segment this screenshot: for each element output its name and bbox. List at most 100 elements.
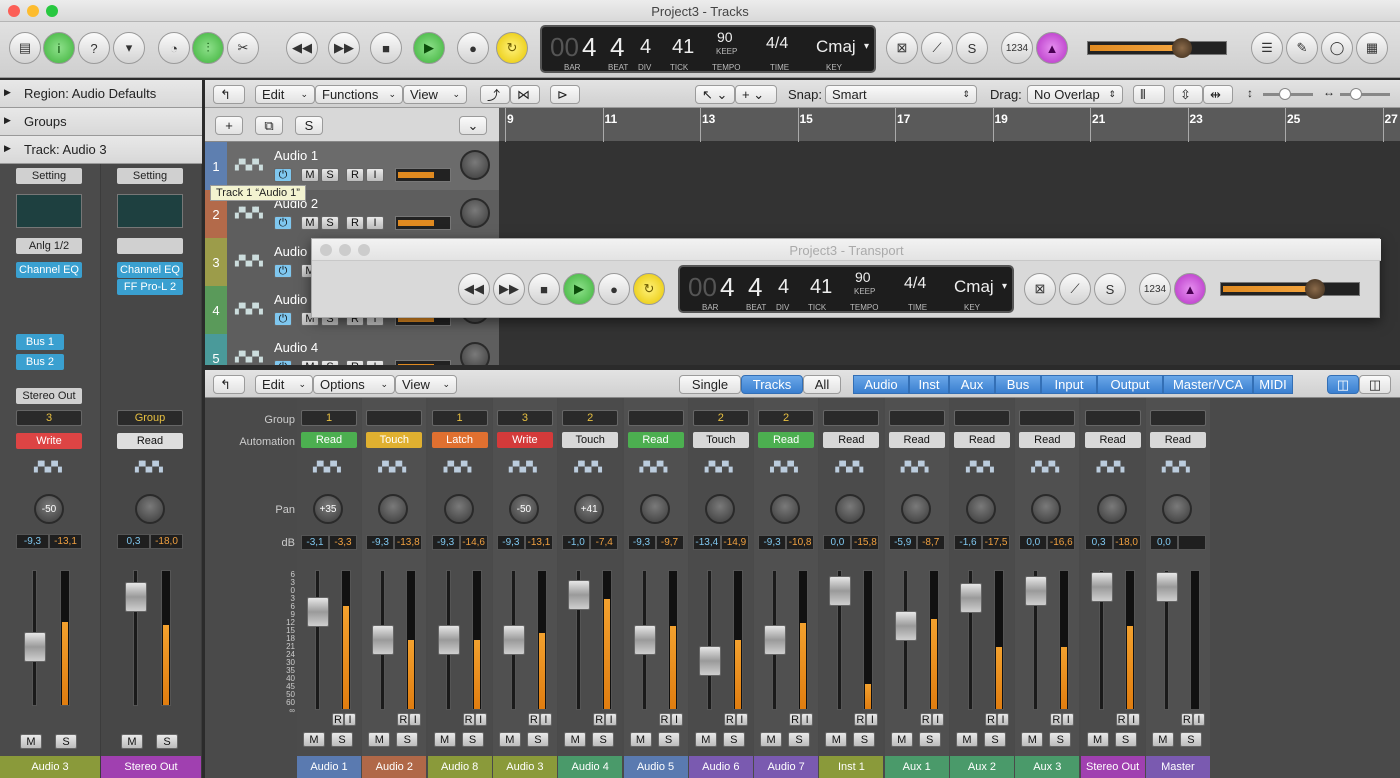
mute-button[interactable]: M	[1151, 732, 1174, 747]
lcd-menu-chevron-icon[interactable]: ▾	[864, 41, 869, 52]
functions-menu[interactable]: Functions ⌄	[315, 85, 403, 104]
master-volume-slider[interactable]	[1087, 38, 1227, 58]
plugin-slot[interactable]: Channel EQ	[16, 262, 82, 278]
input-button[interactable]: I	[997, 713, 1009, 726]
mute-button[interactable]: M	[301, 168, 319, 182]
input-button[interactable]: I	[474, 713, 487, 726]
solo-button[interactable]: S	[788, 732, 811, 747]
automation-mode[interactable]: Read	[758, 432, 815, 448]
volume-fader[interactable]	[1090, 571, 1113, 602]
note-pad-icon[interactable]: ✎	[1286, 32, 1318, 64]
input-button[interactable]: I	[866, 713, 879, 726]
transport-play-icon[interactable]: ▶	[563, 273, 595, 305]
input-button[interactable]: I	[539, 713, 552, 726]
volume-fader[interactable]	[502, 625, 525, 655]
group-slot[interactable]: 2	[692, 410, 749, 426]
add-track-icon[interactable]: +	[215, 116, 243, 135]
solo-button[interactable]: S	[461, 732, 484, 747]
record-button[interactable]: R	[854, 713, 867, 726]
channel-name[interactable]: Audio 8	[427, 756, 492, 778]
volume-fader[interactable]	[125, 582, 147, 612]
automation-mode[interactable]: Touch	[562, 432, 619, 448]
pan-knob[interactable]: +35	[313, 494, 343, 524]
input-button[interactable]: I	[605, 713, 618, 726]
group-slot[interactable]	[1149, 410, 1206, 426]
transport-cycle-icon[interactable]: ↻	[633, 273, 665, 305]
record-button[interactable]: R	[332, 713, 344, 726]
cycle-icon[interactable]: ↻	[496, 32, 528, 64]
automation-mode[interactable]: Read	[301, 432, 357, 448]
solo-button[interactable]: S	[592, 732, 615, 747]
input-button[interactable]: I	[931, 713, 944, 726]
group-slot[interactable]: 3	[16, 410, 82, 426]
solo-button[interactable]: S	[396, 732, 419, 747]
eq-thumbnail[interactable]	[16, 194, 82, 228]
input-slot[interactable]: Anlg 1/2	[16, 238, 82, 254]
back-icon[interactable]: ↰	[213, 85, 245, 104]
record-button[interactable]: R	[658, 713, 671, 726]
pan-knob[interactable]: -50	[34, 494, 64, 524]
solo-button[interactable]: S	[918, 732, 941, 747]
transport-volume-slider[interactable]	[1220, 279, 1360, 299]
input-button[interactable]: I	[735, 713, 748, 726]
channel-name[interactable]: Audio 1	[297, 756, 361, 778]
group-slot[interactable]: 2	[562, 410, 619, 426]
power-icon[interactable]: ⏻	[274, 168, 292, 182]
volume-fader[interactable]	[633, 625, 656, 655]
record-enable-button[interactable]: R	[346, 216, 364, 230]
count-in-button[interactable]: 1234	[1001, 32, 1033, 64]
duplicate-track-icon[interactable]: ⧉	[255, 116, 283, 135]
channel-name[interactable]: Audio 5	[623, 756, 688, 778]
automation-mode[interactable]: Read	[823, 432, 880, 448]
pointer-tool[interactable]: ↖ ⌄	[695, 85, 735, 104]
track-volume-slider[interactable]	[395, 360, 451, 365]
channel-name[interactable]: Audio 6	[688, 756, 753, 778]
flex-icon[interactable]: ⋈	[510, 85, 540, 104]
setting-button[interactable]: Setting	[16, 168, 82, 184]
edit-menu[interactable]: Edit ⌄	[255, 85, 315, 104]
transport-stop-icon[interactable]: ■	[528, 273, 560, 305]
pan-knob[interactable]	[1161, 494, 1192, 524]
fast-forward-icon[interactable]: ▶▶	[328, 32, 360, 64]
mute-button[interactable]: M	[1021, 732, 1044, 747]
automation-mode[interactable]: Read	[954, 432, 1010, 448]
record-enable-button[interactable]: R	[346, 360, 364, 365]
input-button[interactable]: I	[1127, 713, 1140, 726]
mixer-icon[interactable]: ⫶	[192, 32, 224, 64]
channel-name[interactable]: Master	[1145, 756, 1210, 778]
pan-knob[interactable]	[135, 494, 165, 524]
track-volume-slider[interactable]	[395, 168, 451, 182]
transport-window[interactable]: Project3 - Transport ◀◀ ▶▶ ■ ▶ ● ↻ 00 4 …	[311, 238, 1381, 318]
power-icon[interactable]: ⏻	[274, 360, 292, 365]
pan-knob[interactable]: +41	[574, 494, 605, 524]
mute-button[interactable]: M	[956, 732, 978, 747]
input-button[interactable]: I	[801, 713, 814, 726]
volume-fader[interactable]	[1025, 576, 1048, 606]
record-enable-button[interactable]: R	[346, 168, 364, 182]
region-inspector[interactable]: ▶ Region: Audio Defaults	[0, 80, 202, 108]
transport-replace-icon[interactable]: ⊠	[1024, 273, 1056, 305]
solo-button[interactable]: S	[1049, 732, 1072, 747]
channel-name[interactable]: Audio 2	[362, 756, 427, 778]
volume-fader[interactable]	[437, 625, 460, 655]
mute-button[interactable]: M	[433, 732, 456, 747]
track-pan-knob[interactable]	[460, 342, 490, 365]
solo-button[interactable]: S	[853, 732, 876, 747]
snap-select[interactable]: Smart ⇕	[825, 85, 977, 104]
send-slot[interactable]: Bus 1	[16, 334, 64, 350]
editors-icon[interactable]: ✂	[227, 32, 259, 64]
group-slot[interactable]	[1019, 410, 1076, 426]
channel-name[interactable]: Audio 4	[558, 756, 623, 778]
mute-button[interactable]: M	[303, 732, 325, 747]
pan-knob[interactable]: -50	[508, 494, 539, 524]
transport-count-in-button[interactable]: 1234	[1139, 273, 1171, 305]
input-monitor-button[interactable]: I	[366, 168, 384, 182]
track-pan-knob[interactable]	[460, 150, 490, 180]
mute-button[interactable]: M	[825, 732, 848, 747]
metronome-icon[interactable]: ▲	[1036, 32, 1068, 64]
track-header-options-icon[interactable]: ⌄	[459, 116, 487, 135]
replace-icon[interactable]: ⊠	[886, 32, 918, 64]
mute-button[interactable]: M	[301, 216, 319, 230]
horizontal-zoom-slider[interactable]	[1340, 88, 1390, 100]
record-button[interactable]: R	[527, 713, 540, 726]
